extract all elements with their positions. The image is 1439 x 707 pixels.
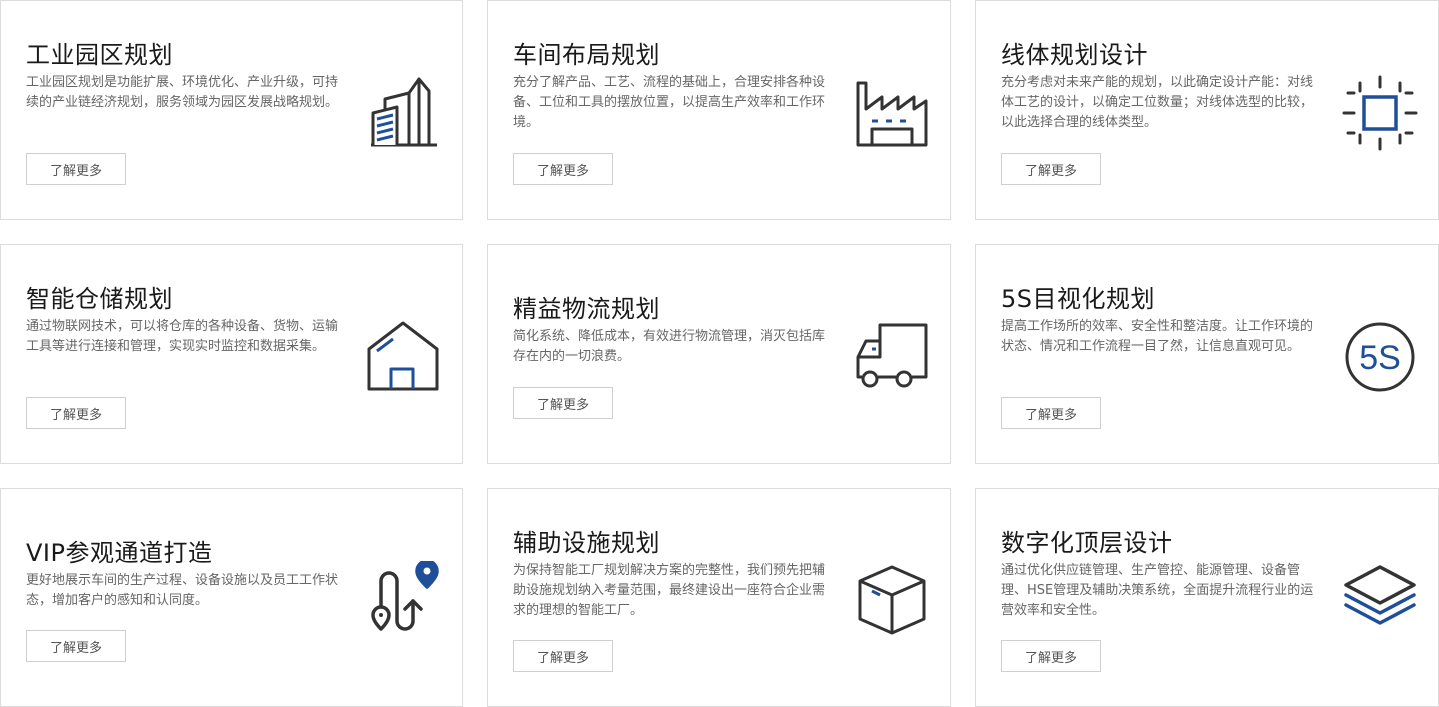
card-title: 车间布局规划 bbox=[513, 41, 660, 69]
card-title: VIP参观通道打造 bbox=[26, 539, 213, 567]
factory-icon bbox=[852, 73, 932, 153]
learn-more-button[interactable]: 了解更多 bbox=[513, 153, 613, 185]
learn-more-button[interactable]: 了解更多 bbox=[513, 387, 613, 419]
card-description: 通过优化供应链管理、生产管控、能源管理、设备管理、HSE管理及辅助决策系统，全面… bbox=[1001, 563, 1314, 618]
card-description: 充分考虑对未来产能的规划，以此确定设计产能：对线体工艺的设计，以确定工位数量；对… bbox=[1001, 75, 1314, 130]
card-title: 辅助设施规划 bbox=[513, 529, 660, 557]
learn-more-button[interactable]: 了解更多 bbox=[26, 153, 126, 185]
learn-more-button[interactable]: 了解更多 bbox=[513, 640, 613, 672]
box-icon bbox=[852, 561, 932, 641]
card-description: 更好地展示车间的生产过程、设备设施以及员工工作状态，增加客户的感知和认同度。 bbox=[26, 573, 339, 608]
card-workshop-layout: 车间布局规划 充分了解产品、工艺、流程的基础上，合理安排各种设备、工位和工具的摆… bbox=[487, 0, 951, 220]
layers-icon bbox=[1340, 561, 1420, 641]
card-title: 精益物流规划 bbox=[513, 295, 660, 323]
card-description: 通过物联网技术，可以将仓库的各种设备、货物、运输工具等进行连接和管理，实现实时监… bbox=[26, 319, 339, 354]
card-title: 工业园区规划 bbox=[26, 41, 173, 69]
card-title: 线体规划设计 bbox=[1001, 41, 1148, 69]
card-description: 充分了解产品、工艺、流程的基础上，合理安排各种设备、工位和工具的摆放位置，以提高… bbox=[513, 75, 826, 130]
card-title: 智能仓储规划 bbox=[26, 285, 173, 313]
5s-badge-icon: 5S bbox=[1340, 317, 1420, 397]
card-title: 数字化顶层设计 bbox=[1001, 529, 1173, 557]
warehouse-icon bbox=[363, 319, 443, 399]
card-5s-visual: 5S目视化规划 提高工作场所的效率、安全性和整洁度。让工作环境的状态、情况和工作… bbox=[975, 244, 1439, 464]
learn-more-button[interactable]: 了解更多 bbox=[1001, 397, 1101, 429]
5s-badge-text: 5S bbox=[1359, 339, 1401, 377]
buildings-icon bbox=[363, 71, 443, 151]
truck-icon bbox=[852, 317, 932, 397]
card-industrial-park: 工业园区规划 工业园区规划是功能扩展、环境优化、产业升级，可持续的产业链经济规划… bbox=[0, 0, 463, 220]
route-pin-icon bbox=[363, 561, 443, 641]
chip-icon bbox=[1340, 73, 1420, 153]
card-description: 简化系统、降低成本，有效进行物流管理，消灭包括库存在内的一切浪费。 bbox=[513, 329, 826, 364]
card-digital-top-design: 数字化顶层设计 通过优化供应链管理、生产管控、能源管理、设备管理、HSE管理及辅… bbox=[975, 488, 1439, 707]
card-lean-logistics: 精益物流规划 简化系统、降低成本，有效进行物流管理，消灭包括库存在内的一切浪费。… bbox=[487, 244, 951, 464]
card-line-design: 线体规划设计 充分考虑对未来产能的规划，以此确定设计产能：对线体工艺的设计，以确… bbox=[975, 0, 1439, 220]
learn-more-button[interactable]: 了解更多 bbox=[26, 397, 126, 429]
card-description: 工业园区规划是功能扩展、环境优化、产业升级，可持续的产业链经济规划，服务领域为园… bbox=[26, 75, 339, 110]
learn-more-button[interactable]: 了解更多 bbox=[26, 630, 126, 662]
card-vip-passage: VIP参观通道打造 更好地展示车间的生产过程、设备设施以及员工工作状态，增加客户… bbox=[0, 488, 463, 707]
card-title: 5S目视化规划 bbox=[1001, 285, 1156, 313]
card-description: 为保持智能工厂规划解决方案的完整性，我们预先把辅助设施规划纳入考量范围，最终建设… bbox=[513, 563, 826, 618]
card-description: 提高工作场所的效率、安全性和整洁度。让工作环境的状态、情况和工作流程一目了然，让… bbox=[1001, 319, 1314, 354]
card-smart-warehouse: 智能仓储规划 通过物联网技术，可以将仓库的各种设备、货物、运输工具等进行连接和管… bbox=[0, 244, 463, 464]
learn-more-button[interactable]: 了解更多 bbox=[1001, 640, 1101, 672]
learn-more-button[interactable]: 了解更多 bbox=[1001, 153, 1101, 185]
card-auxiliary-facilities: 辅助设施规划 为保持智能工厂规划解决方案的完整性，我们预先把辅助设施规划纳入考量… bbox=[487, 488, 951, 707]
